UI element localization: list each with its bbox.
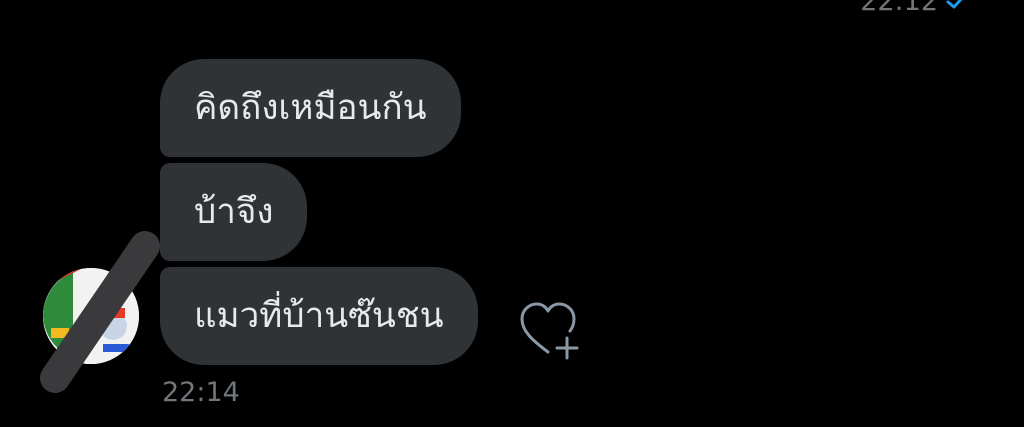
- message-bubble[interactable]: คิดถึงเหมือนกัน: [160, 59, 461, 157]
- message-timestamp: 22:14: [162, 377, 240, 408]
- message-bubble[interactable]: แมวที่บ้านซ๊นชน: [160, 267, 478, 365]
- avatar[interactable]: [43, 268, 139, 364]
- message-text: บ้าจึง: [194, 191, 274, 232]
- add-reaction-button[interactable]: [518, 300, 584, 362]
- previous-message-status: 22:12: [860, 0, 966, 17]
- check-icon: [946, 0, 966, 10]
- heart-plus-icon: [520, 302, 579, 360]
- message-text: คิดถึงเหมือนกัน: [194, 87, 427, 128]
- message-text: แมวที่บ้านซ๊นชน: [194, 295, 444, 336]
- message-bubble[interactable]: บ้าจึง: [160, 163, 308, 261]
- previous-message-time: 22:12: [860, 0, 938, 17]
